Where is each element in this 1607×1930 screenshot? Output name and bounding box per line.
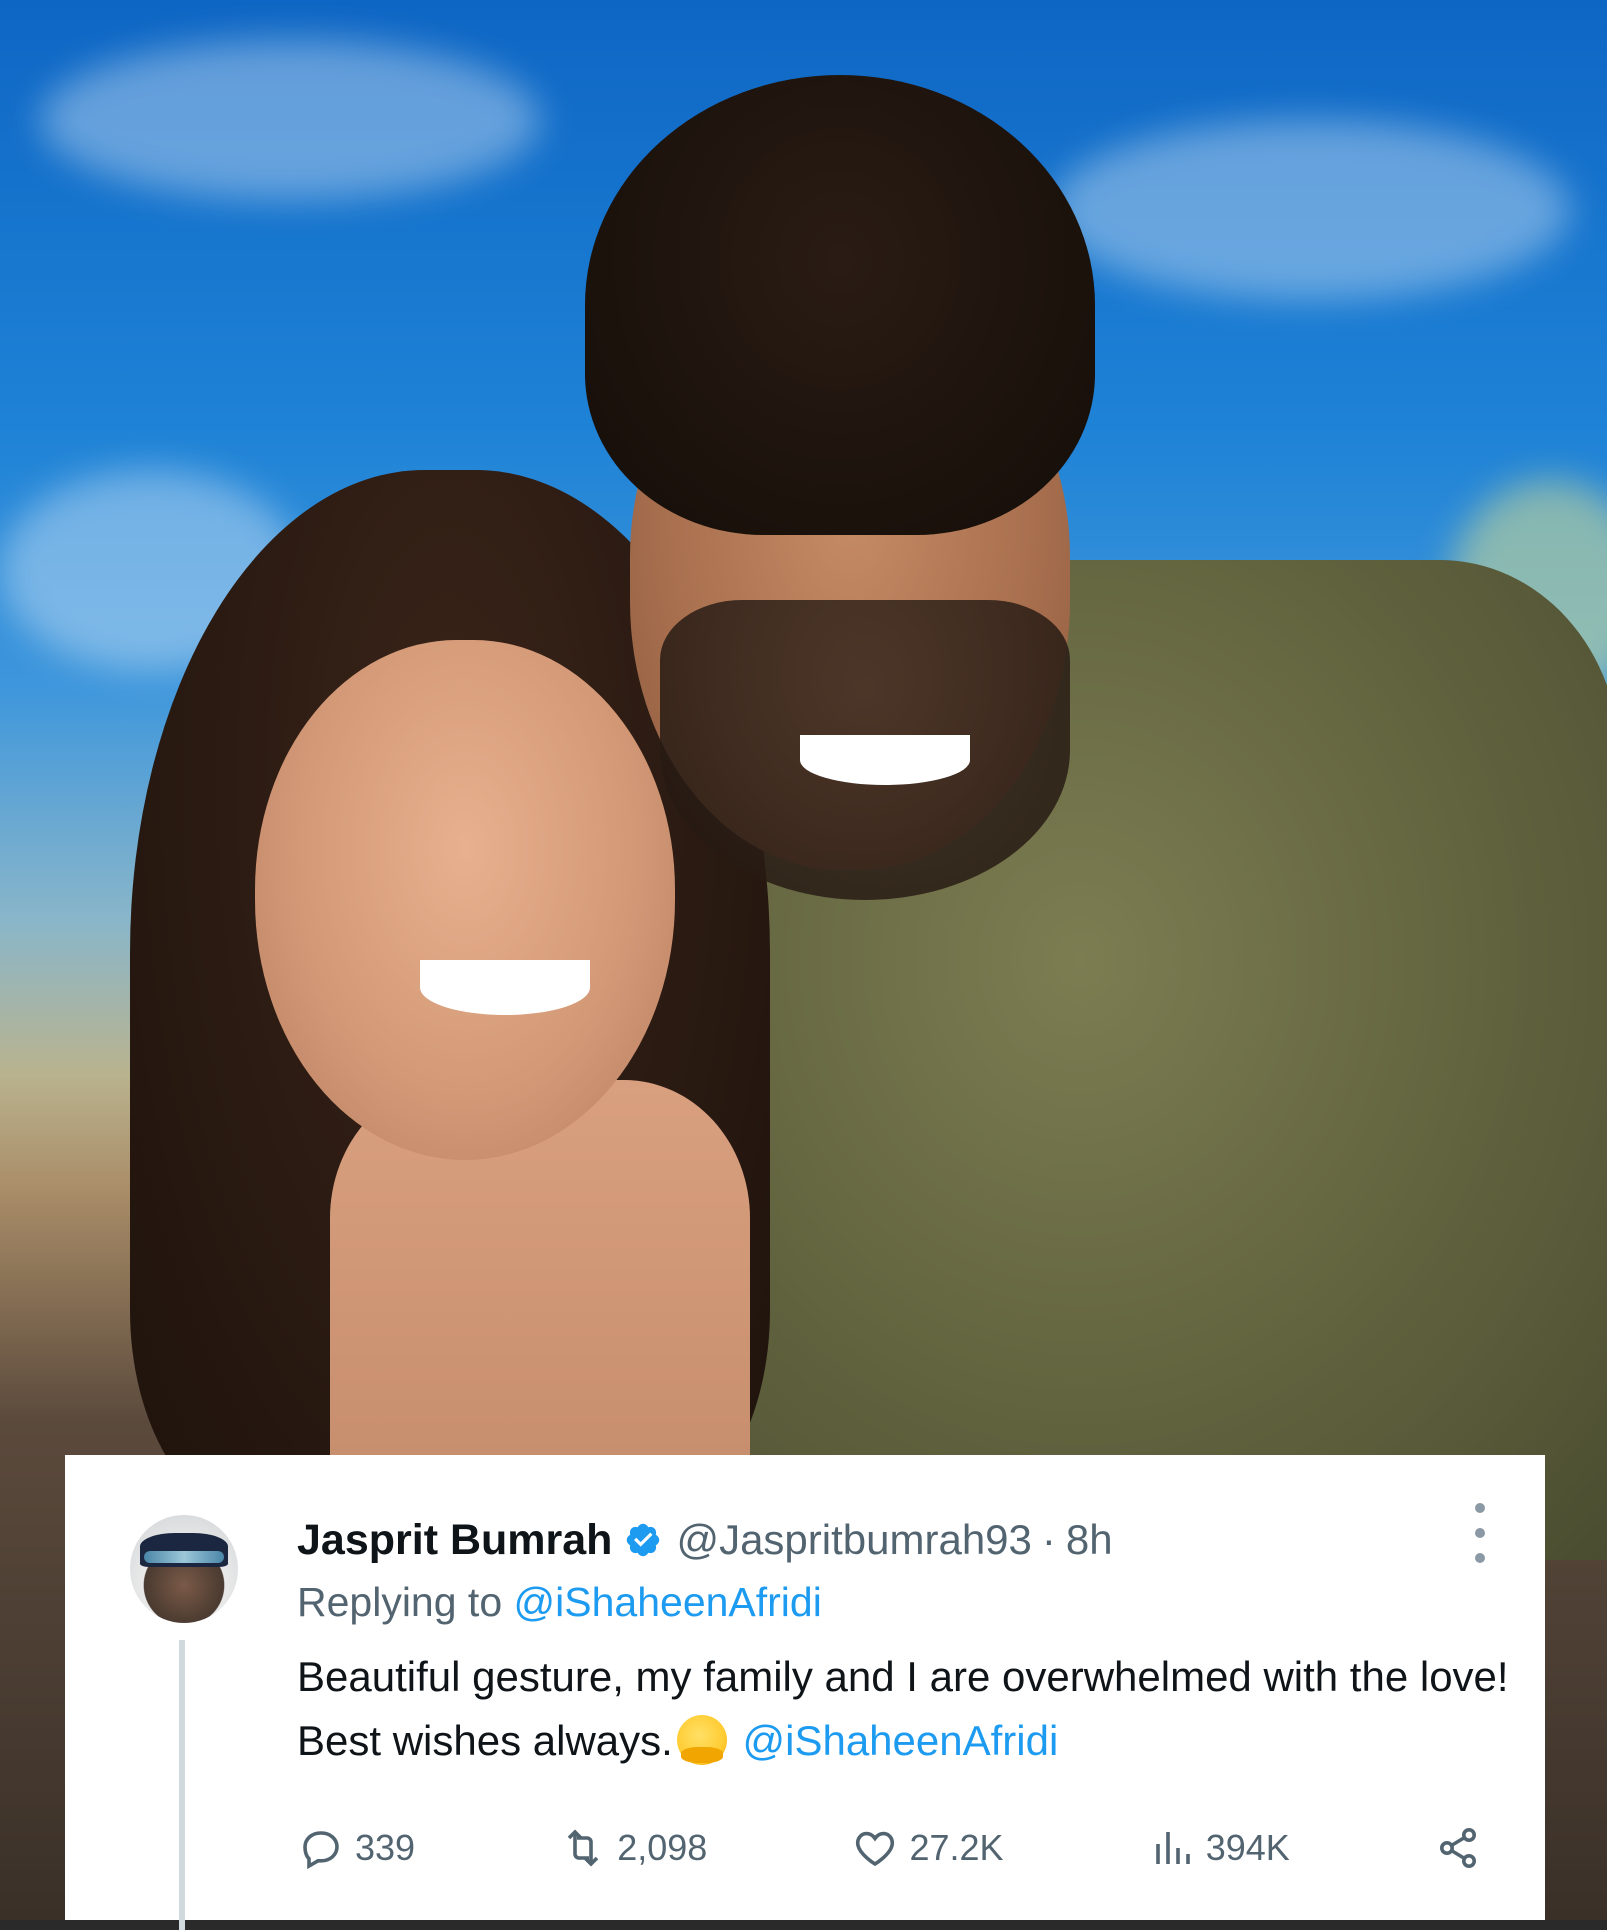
share-icon [1439,1828,1476,1868]
display-name[interactable]: Jasprit Bumrah [297,1516,612,1565]
repost-count: 2,098 [617,1827,708,1868]
like-button[interactable]: 27.2K [851,1824,1004,1872]
sky-cloud [1050,120,1570,300]
user-handle[interactable]: @Jaspritbumrah93 [676,1516,1031,1564]
reply-count: 339 [355,1827,416,1868]
like-icon [856,1831,895,1867]
views-button[interactable]: 394K [1148,1824,1290,1872]
avatar-sunglasses [144,1551,224,1563]
tweet-header: Jasprit Bumrah @Jaspritbumrah93 · 8h [297,1510,1505,1570]
views-icon [1155,1832,1190,1864]
man-smile [800,735,970,785]
repost-button[interactable]: 2,098 [559,1824,707,1872]
separator-dot: · [1041,1516,1056,1563]
tweet-text: Beautiful gesture, my family and I are o… [297,1645,1517,1773]
man-hair [585,75,1095,535]
more-options-icon[interactable] [1465,1503,1495,1563]
view-count: 394K [1205,1827,1290,1868]
woman-smile [420,960,590,1015]
reply-button[interactable]: 339 [297,1824,415,1872]
sky-cloud [40,40,540,200]
repost-icon [567,1829,599,1867]
tweet-actions: 339 2,098 27.2K 394K [297,1813,1482,1883]
replying-to-mention[interactable]: @iShaheenAfridi [514,1579,822,1625]
replying-to: Replying to @iShaheenAfridi [297,1579,822,1626]
tweet-timestamp[interactable]: 8h [1066,1516,1113,1564]
reply-icon [303,1831,339,1870]
tweet-mention[interactable]: @iShaheenAfridi [742,1717,1058,1764]
share-button[interactable] [1434,1824,1482,1872]
woman-face [255,640,675,1160]
thread-line [179,1640,185,1930]
tweet-card[interactable]: Jasprit Bumrah @Jaspritbumrah93 · 8h Rep… [65,1455,1545,1930]
hugging-face-emoji-icon [676,1715,727,1765]
replying-to-label: Replying to [297,1579,503,1625]
avatar[interactable] [130,1515,238,1623]
verified-badge-icon [627,1523,660,1557]
like-count: 27.2K [909,1827,1004,1868]
